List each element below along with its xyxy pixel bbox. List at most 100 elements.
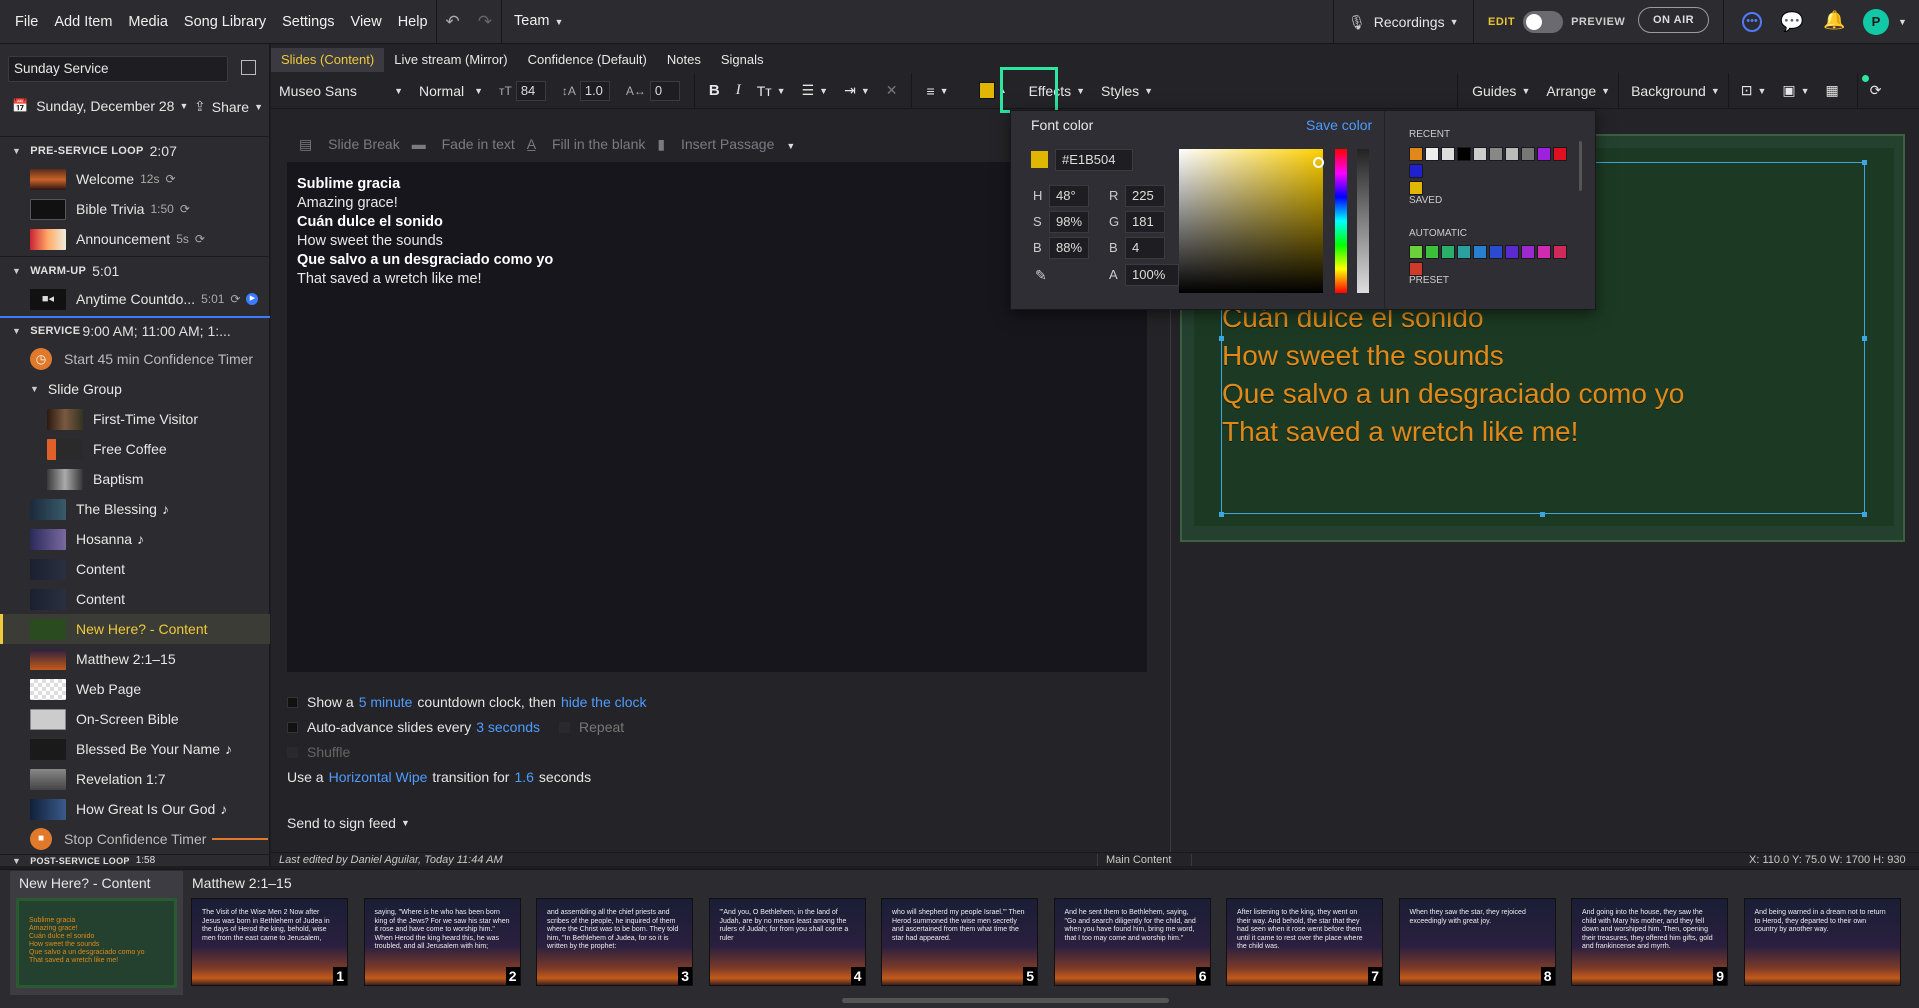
play-icon[interactable]: ▶ <box>246 293 259 305</box>
color-swatch[interactable] <box>1553 147 1567 161</box>
text-case-icon[interactable]: Tт ▼ <box>749 83 794 99</box>
tab-notes[interactable]: Notes <box>657 48 711 72</box>
color-swatch[interactable] <box>1441 147 1455 161</box>
blue-input[interactable]: 4 <box>1125 237 1165 259</box>
color-swatch[interactable] <box>1425 147 1439 161</box>
color-swatch[interactable] <box>1489 245 1503 259</box>
team-dropdown[interactable]: Team ▼ <box>502 0 571 44</box>
plan-date-dropdown[interactable]: 📅 Sunday, December 28 ▼ <box>12 98 188 114</box>
refresh-icon[interactable]: ⟳ <box>1862 82 1890 99</box>
list-item-bible-trivia[interactable]: Bible Trivia 1:50 ⟳ <box>0 194 270 224</box>
transition-duration-link[interactable]: 1.6 <box>514 769 533 785</box>
hide-clock-link[interactable]: hide the clock <box>561 694 647 710</box>
list-item-how-great[interactable]: How Great Is Our God ♪ <box>0 794 270 824</box>
letter-spacing-input[interactable]: 0 <box>649 80 680 101</box>
resize-handle[interactable] <box>1540 512 1545 517</box>
menu-help[interactable]: Help <box>390 0 436 44</box>
color-swatch[interactable] <box>1457 245 1471 259</box>
list-item-welcome[interactable]: Welcome 12s ⟳ <box>0 164 270 194</box>
save-color-link[interactable]: Save color <box>1306 117 1372 133</box>
color-swatch[interactable] <box>1521 245 1535 259</box>
color-swatch[interactable] <box>1521 147 1535 161</box>
fade-in-button[interactable]: ▬ Fade in text <box>412 136 515 152</box>
alpha-input[interactable]: 100% <box>1125 264 1179 286</box>
list-item-hosanna[interactable]: Hosanna ♪ <box>0 524 270 554</box>
styles-dropdown[interactable]: Styles ▼ <box>1093 83 1161 99</box>
clear-format-icon[interactable]: ✕ <box>878 82 906 99</box>
list-item-coffee[interactable]: Free Coffee <box>0 434 270 464</box>
align-icon[interactable]: ≡ ▼ <box>918 83 956 99</box>
list-item-announcement[interactable]: Announcement 5s ⟳ <box>0 224 270 254</box>
line-height-stepper[interactable]: ↕A 1.0 <box>554 80 618 101</box>
color-swatch[interactable] <box>1457 147 1471 161</box>
color-swatch[interactable] <box>1473 245 1487 259</box>
slide-thumbnail[interactable]: who will shepherd my people Israel.'" Th… <box>881 898 1038 986</box>
indent-icon[interactable]: ⇥ ▼ <box>836 82 878 99</box>
collapse-icon[interactable]: ▼ <box>30 384 39 394</box>
color-swatch[interactable] <box>1473 147 1487 161</box>
bold-icon[interactable]: B <box>701 82 728 99</box>
color-swatch[interactable] <box>1409 245 1423 259</box>
bell-icon[interactable]: 🔔 <box>1823 10 1845 31</box>
resize-handle[interactable] <box>1862 512 1867 517</box>
advance-seconds-link[interactable]: 3 seconds <box>476 719 540 735</box>
menu-view[interactable]: View <box>343 0 390 44</box>
menu-media[interactable]: Media <box>120 0 176 44</box>
more-icon[interactable]: ••• <box>1742 12 1762 32</box>
menu-add-item[interactable]: Add Item <box>46 0 120 44</box>
lyric-line[interactable]: Amazing grace! <box>297 195 398 211</box>
resize-handle[interactable] <box>1862 336 1867 341</box>
hue-input[interactable]: 48° <box>1049 185 1089 207</box>
text-box-icon[interactable]: ⊡ ▼ <box>1733 82 1775 99</box>
collapse-icon[interactable]: ▼ <box>12 326 21 336</box>
menu-settings[interactable]: Settings <box>274 0 342 44</box>
share-dropdown[interactable]: ⇪ Share ▼ <box>194 98 263 115</box>
chat-icon[interactable]: 💬 <box>1780 10 1804 34</box>
sign-feed-dropdown[interactable]: Send to sign feed ▼ <box>287 815 410 831</box>
color-swatch[interactable] <box>1489 147 1503 161</box>
on-air-button[interactable]: ON AIR <box>1638 7 1710 33</box>
saturation-input[interactable]: 98% <box>1049 211 1089 233</box>
current-slide-thumbnail[interactable]: Sublime gracia Amazing grace! Cuán dulce… <box>16 898 177 988</box>
color-swatch[interactable] <box>1409 147 1423 161</box>
letter-spacing-stepper[interactable]: A↔ 0 <box>618 80 688 101</box>
list-item-slide-group[interactable]: ▼ Slide Group <box>0 374 270 404</box>
color-swatch[interactable] <box>1409 164 1423 178</box>
hue-slider[interactable] <box>1335 149 1347 293</box>
color-swatch[interactable] <box>1409 262 1423 276</box>
avatar[interactable]: P <box>1863 9 1889 35</box>
list-item-bible[interactable]: On-Screen Bible <box>0 704 270 734</box>
menu-file[interactable]: File <box>0 0 46 44</box>
color-swatch[interactable] <box>1537 147 1551 161</box>
red-input[interactable]: 225 <box>1125 185 1165 207</box>
chevron-down-icon[interactable]: ▼ <box>1898 17 1907 27</box>
lyric-line[interactable]: Que salvo a un desgraciado como yo <box>297 252 553 268</box>
resize-handle[interactable] <box>1862 160 1867 165</box>
saturation-brightness-picker[interactable] <box>1179 149 1323 293</box>
countdown-duration-link[interactable]: 5 minute <box>359 694 413 710</box>
horizontal-scrollbar[interactable] <box>842 998 1169 1003</box>
tab-live-stream[interactable]: Live stream (Mirror) <box>384 48 517 72</box>
list-item-web-page[interactable]: Web Page <box>0 674 270 704</box>
section-pre-service-loop[interactable]: ▼ PRE-SERVICE LOOP 2:07 <box>0 136 270 164</box>
menu-song-library[interactable]: Song Library <box>176 0 274 44</box>
resize-handle[interactable] <box>1219 512 1224 517</box>
color-swatch[interactable] <box>1505 245 1519 259</box>
mode-switch[interactable] <box>1523 11 1564 33</box>
slide-thumbnail[interactable]: saying, "Where is he who has been born k… <box>363 898 521 986</box>
edit-preview-toggle[interactable]: EDIT PREVIEW <box>1488 11 1625 33</box>
picker-cursor[interactable] <box>1313 157 1324 168</box>
section-service[interactable]: ▼ SERVICE 9:00 AM; 11:00 AM; 1:... <box>0 316 270 344</box>
shuffle-checkbox[interactable] <box>287 746 298 758</box>
slide-thumbnail[interactable]: When they saw the star, they rejoiced ex… <box>1398 898 1556 986</box>
list-item-revelation[interactable]: Revelation 1:7 <box>0 764 270 794</box>
guides-dropdown[interactable]: Guides ▼ <box>1464 83 1538 99</box>
resize-handle[interactable] <box>1219 336 1224 341</box>
green-input[interactable]: 181 <box>1125 211 1165 233</box>
list-item-content[interactable]: Content <box>0 584 270 614</box>
slide-thumbnail[interactable]: And he sent them to Bethlehem, saying, "… <box>1053 898 1211 986</box>
plan-title-input[interactable]: Sunday Service <box>8 56 228 82</box>
color-swatch[interactable] <box>1425 245 1439 259</box>
line-height-input[interactable]: 1.0 <box>579 80 610 101</box>
list-item-countdown[interactable]: ■◂ Anytime Countdo... 5:01 ⟳ ▶ <box>0 284 270 314</box>
